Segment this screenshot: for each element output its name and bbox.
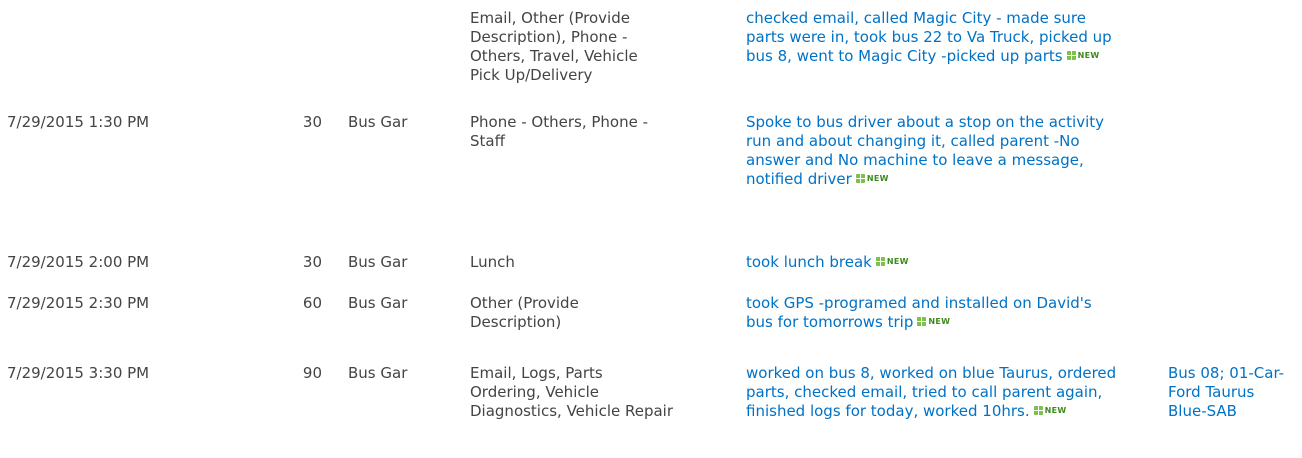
new-item-icon (1066, 51, 1076, 60)
entry-date: 7/29/2015 3:30 PM (7, 364, 150, 382)
entry-location: Bus Gar (348, 294, 408, 312)
new-item-icon (917, 317, 927, 326)
entry-categories: Phone - Others, Phone - Staff (470, 113, 649, 150)
entry-description[interactable]: Spoke to bus driver about a stop on the … (746, 113, 1130, 189)
new-item-icon (875, 257, 885, 266)
new-badge: NEW (1066, 51, 1100, 60)
entry-location: Bus Gar (348, 364, 408, 382)
entry-date: 7/29/2015 2:30 PM (7, 294, 150, 312)
entry-categories: Lunch (470, 253, 515, 271)
entry-description-link[interactable]: Spoke to bus driver about a stop on the … (746, 113, 1104, 188)
entry-minutes: 30 (302, 253, 322, 271)
entry-description[interactable]: checked email, called Magic City - made … (746, 9, 1118, 66)
new-badge: NEW (875, 257, 909, 266)
entry-description-link[interactable]: checked email, called Magic City - made … (746, 9, 1112, 65)
new-badge: NEW (1033, 406, 1067, 415)
entry-minutes: 30 (302, 113, 322, 131)
new-item-icon (1033, 406, 1043, 415)
entry-description-link[interactable]: took lunch break (746, 253, 872, 271)
new-badge-label: NEW (1077, 51, 1100, 60)
new-badge-label: NEW (886, 257, 909, 266)
entry-date: 7/29/2015 2:00 PM (7, 253, 150, 271)
entry-categories: Email, Other (Provide Description), Phon… (470, 9, 638, 84)
entry-minutes: 90 (302, 364, 322, 382)
entry-date: 7/29/2015 1:30 PM (7, 113, 150, 131)
entry-categories: Other (Provide Description) (470, 294, 579, 331)
activity-log-list: Email, Other (Provide Description), Phon… (0, 0, 1302, 458)
entry-location: Bus Gar (348, 113, 408, 131)
entry-description[interactable]: worked on bus 8, worked on blue Taurus, … (746, 364, 1138, 421)
new-item-icon (855, 174, 865, 183)
new-badge: NEW (917, 317, 950, 326)
entry-location: Bus Gar (348, 253, 408, 271)
new-badge-label: NEW (1044, 406, 1067, 415)
entry-categories: Email, Logs, Parts Ordering, Vehicle Dia… (470, 364, 674, 420)
entry-description[interactable]: took GPS -programed and installed on Dav… (746, 294, 1106, 332)
new-badge: NEW (855, 174, 889, 183)
entry-minutes: 60 (302, 294, 322, 312)
new-badge-label: NEW (866, 174, 889, 183)
entry-vehicles[interactable]: Bus 08; 01-Car-Ford Taurus Blue-SAB (1168, 364, 1294, 421)
entry-description[interactable]: took lunch break NEW (746, 253, 1126, 272)
new-badge-label: NEW (928, 317, 951, 326)
